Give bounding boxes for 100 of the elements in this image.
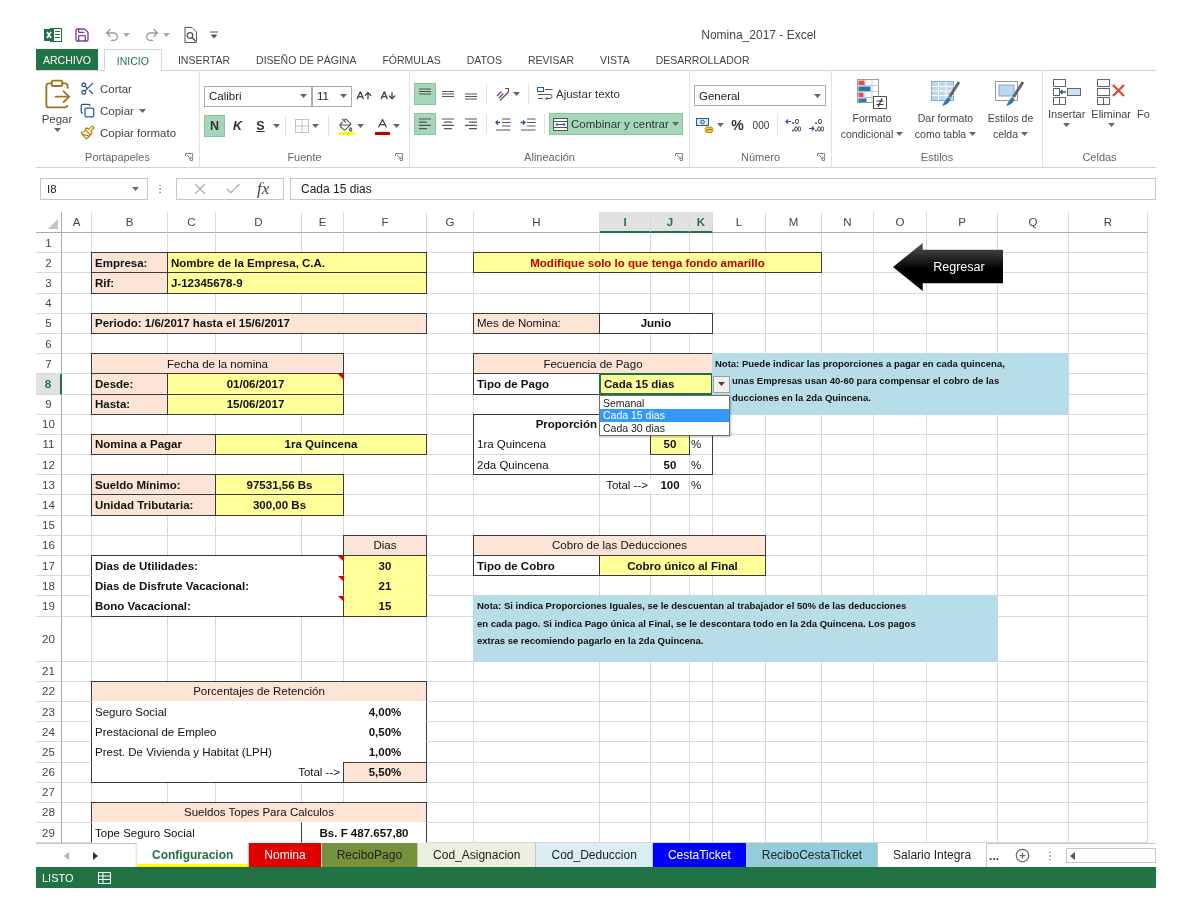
- copy-button[interactable]: Copiar: [78, 100, 179, 121]
- row-header[interactable]: 2: [36, 253, 62, 274]
- bold-button[interactable]: N: [204, 115, 225, 137]
- scroll-right-icon[interactable]: [93, 851, 98, 860]
- column-header[interactable]: C: [168, 212, 216, 233]
- column-header[interactable]: E: [302, 212, 344, 233]
- sheet-tab[interactable]: Cod_Asignacion: [418, 843, 537, 868]
- row-header[interactable]: 20: [36, 616, 62, 662]
- row-header[interactable]: 12: [36, 455, 62, 476]
- value-text: 50: [650, 454, 690, 476]
- font-size-field[interactable]: 11: [312, 85, 352, 107]
- row-header[interactable]: 7: [36, 354, 62, 375]
- row-header[interactable]: 14: [36, 495, 62, 516]
- row-header[interactable]: 23: [36, 701, 62, 723]
- font-name-field[interactable]: Calibri: [204, 85, 312, 107]
- sheet-tab[interactable]: Cod_Deduccion: [536, 843, 653, 868]
- cell-styles-button[interactable]: Estilos de celda: [986, 76, 1035, 147]
- formula-field[interactable]: Cada 15 dias: [290, 178, 1156, 200]
- row-header[interactable]: 18: [36, 576, 62, 597]
- plus-circle-icon[interactable]: [1015, 848, 1031, 864]
- input-cell: 300,00 Bs: [215, 494, 344, 516]
- horizontal-align-button[interactable]: [414, 113, 436, 135]
- column-header[interactable]: G: [427, 212, 474, 233]
- ribbon-tab[interactable]: ARCHIVO: [36, 49, 98, 70]
- dialog-launcher-icon[interactable]: [185, 153, 193, 161]
- horizontal-scrollbar[interactable]: [1066, 848, 1156, 864]
- italic-button[interactable]: K: [227, 115, 248, 137]
- dialog-launcher-icon[interactable]: [395, 153, 403, 161]
- row-header[interactable]: 28: [36, 802, 62, 824]
- merge-center-button[interactable]: Combinar y centrar: [549, 113, 683, 135]
- align-middle-icon: [441, 88, 455, 100]
- row-header[interactable]: 15: [36, 515, 62, 536]
- thousands-button[interactable]: 000: [750, 114, 772, 136]
- column-header[interactable]: J: [651, 212, 690, 233]
- caret-icon[interactable]: [273, 124, 280, 128]
- column-header[interactable]: B: [92, 212, 168, 233]
- column-header[interactable]: A: [62, 212, 92, 233]
- sheet-tab[interactable]: ReciboPago: [321, 843, 419, 868]
- row-header[interactable]: 21: [36, 661, 62, 682]
- format-as-table-button[interactable]: Dar formato como tabla: [913, 76, 978, 147]
- row-header[interactable]: 3: [36, 273, 62, 294]
- row-header[interactable]: 9: [36, 394, 62, 415]
- row-label: 2da Quincena: [473, 454, 600, 476]
- sheet-tab[interactable]: Nomina: [249, 843, 322, 868]
- dropdown-option[interactable]: Cada 30 dias: [600, 421, 729, 434]
- sheet-tab[interactable]: Configuracion: [137, 843, 250, 868]
- column-header[interactable]: F: [344, 212, 427, 233]
- row-header[interactable]: 29: [36, 823, 62, 844]
- name-box[interactable]: I8: [40, 178, 148, 200]
- row-header[interactable]: 25: [36, 742, 62, 763]
- dialog-launcher-icon[interactable]: [675, 153, 683, 161]
- row-header[interactable]: 13: [36, 475, 62, 496]
- dropdown-cell[interactable]: Cada 15 dias: [599, 373, 713, 395]
- sheet-tab[interactable]: CestaTicket: [652, 843, 747, 868]
- row-header[interactable]: 1: [36, 233, 62, 254]
- vertical-align-button[interactable]: [414, 83, 436, 105]
- row-header[interactable]: 10: [36, 414, 62, 435]
- conditional-format-button[interactable]: Formato condicional: [839, 76, 905, 147]
- percent-button[interactable]: %: [727, 114, 749, 136]
- toolbar-menu-icon[interactable]: [210, 30, 218, 39]
- back-arrow-button[interactable]: Regresar: [893, 243, 1003, 291]
- cut-button[interactable]: Cortar: [78, 78, 179, 99]
- row-header[interactable]: 6: [36, 333, 62, 355]
- format-painter-button[interactable]: Copiar formato: [78, 122, 179, 143]
- column-header[interactable]: M: [766, 212, 822, 233]
- row-header[interactable]: 27: [36, 782, 62, 803]
- format-button[interactable]: Fo: [1136, 76, 1151, 147]
- row-header[interactable]: 19: [36, 596, 62, 617]
- column-header[interactable]: O: [874, 212, 927, 233]
- row-header[interactable]: 17: [36, 556, 62, 577]
- row-header[interactable]: 24: [36, 722, 62, 743]
- dialog-launcher-icon[interactable]: [817, 153, 825, 161]
- column-header[interactable]: L: [713, 212, 766, 233]
- row-header[interactable]: 5: [36, 313, 62, 334]
- row-header[interactable]: 16: [36, 535, 62, 556]
- insert-function-button[interactable]: fx: [257, 180, 270, 198]
- wrap-text-button[interactable]: Ajustar texto: [533, 83, 624, 105]
- column-header[interactable]: P: [927, 212, 998, 233]
- underline-button[interactable]: S: [250, 115, 271, 137]
- row-header[interactable]: 22: [36, 681, 62, 702]
- ribbon-tab[interactable]: INICIO: [103, 49, 162, 72]
- column-header[interactable]: H: [474, 212, 600, 233]
- column-header[interactable]: I: [600, 212, 651, 233]
- row-header[interactable]: 26: [36, 762, 62, 783]
- column-header[interactable]: N: [822, 212, 874, 233]
- column-header[interactable]: R: [1069, 212, 1148, 233]
- insert-button[interactable]: Insertar: [1047, 76, 1087, 147]
- more-tabs-button[interactable]: ...: [987, 844, 1004, 868]
- delete-button[interactable]: Eliminar: [1090, 76, 1133, 147]
- sheet-tab[interactable]: Salario Integra: [878, 843, 988, 868]
- scroll-left-icon[interactable]: [1070, 851, 1076, 860]
- row-header[interactable]: 8: [36, 374, 62, 395]
- column-header[interactable]: Q: [998, 212, 1069, 233]
- row-header[interactable]: 11: [36, 434, 62, 456]
- column-header[interactable]: K: [690, 212, 713, 233]
- column-header[interactable]: D: [216, 212, 302, 233]
- sheet-tab[interactable]: ReciboCestaTicket: [746, 843, 879, 868]
- paste-button[interactable]: Pegar: [40, 74, 74, 147]
- number-format-field[interactable]: General: [694, 85, 826, 106]
- row-header[interactable]: 4: [36, 293, 62, 314]
